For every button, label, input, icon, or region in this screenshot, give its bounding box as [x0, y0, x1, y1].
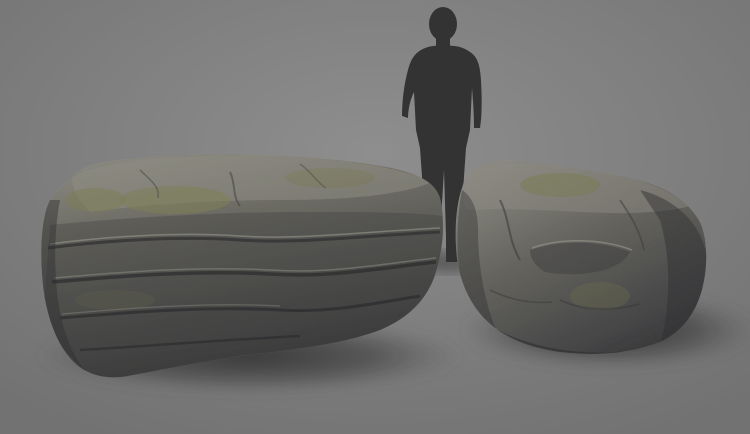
render-scene — [0, 0, 750, 434]
render-canvas — [0, 0, 750, 434]
